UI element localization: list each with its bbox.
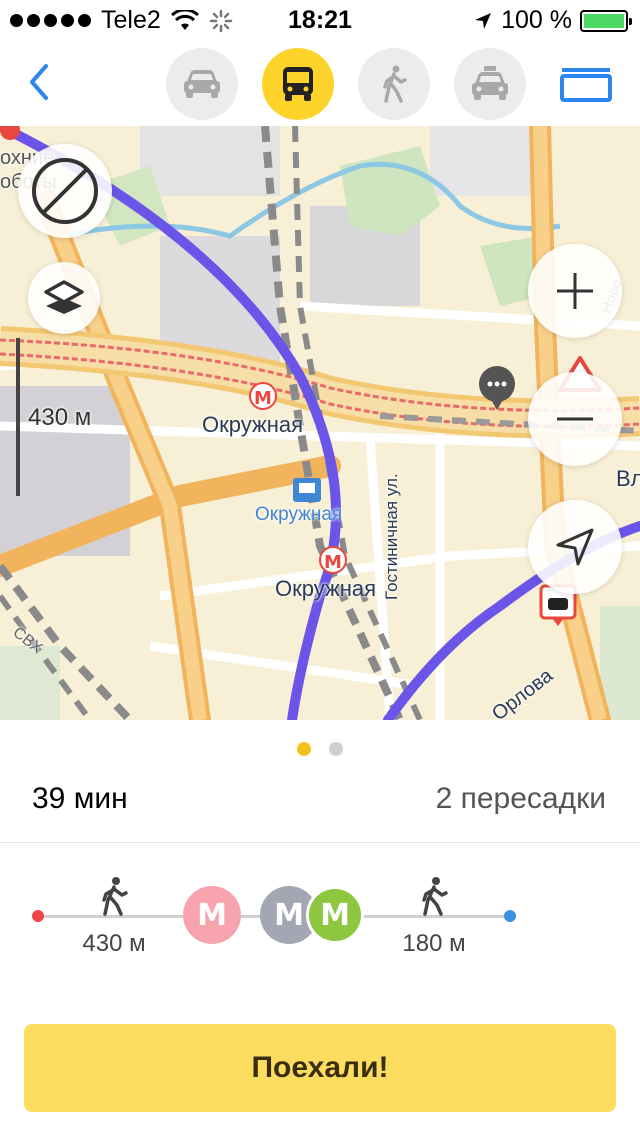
go-button[interactable]: Поехали! xyxy=(24,1024,616,1112)
back-button[interactable] xyxy=(22,60,58,104)
map-label-station-2[interactable]: Окружная xyxy=(275,576,376,602)
transport-mode-bar xyxy=(0,40,640,126)
route-summary: 39 мин 2 пересадки xyxy=(0,778,640,842)
bus-icon xyxy=(283,67,313,101)
layers-button[interactable] xyxy=(28,262,100,334)
mode-car-button[interactable] xyxy=(166,48,238,120)
pager-dot-active[interactable] xyxy=(297,742,311,756)
battery-percent: 100 % xyxy=(501,6,572,34)
pager-dot[interactable] xyxy=(329,742,343,756)
mode-walk-button[interactable] xyxy=(358,48,430,120)
walk-icon xyxy=(422,877,448,916)
divider xyxy=(0,842,640,843)
route-list-button[interactable] xyxy=(560,66,612,102)
map-view[interactable]: M M Окружная Окружная Окружная Гостиничн… xyxy=(0,126,640,720)
walk-icon xyxy=(102,877,128,916)
walk-distance-last: 180 м xyxy=(402,930,466,957)
navigation-arrow-icon xyxy=(556,528,594,566)
metro-line-badge: M xyxy=(183,886,241,944)
location-arrow-icon xyxy=(475,12,492,29)
map-scale-bar xyxy=(16,338,20,496)
route-end-point xyxy=(504,910,516,922)
mode-transit-button[interactable] xyxy=(262,48,334,120)
compass-icon xyxy=(32,158,98,224)
route-pager[interactable] xyxy=(0,742,640,756)
zoom-out-button[interactable] xyxy=(528,372,622,466)
battery-icon xyxy=(580,9,632,32)
svg-text:M: M xyxy=(324,552,342,573)
route-start-point xyxy=(32,910,44,922)
walk-distance-first: 430 м xyxy=(82,930,146,957)
zoom-in-button[interactable] xyxy=(528,244,622,338)
map-label-station[interactable]: Окружная xyxy=(202,412,303,438)
compass-button[interactable] xyxy=(18,144,112,238)
mode-taxi-button[interactable] xyxy=(454,48,526,120)
metro-line-badge: M xyxy=(306,886,364,944)
minus-icon xyxy=(557,417,593,421)
map-label-partial-right: Вл xyxy=(616,466,640,491)
svg-text:M: M xyxy=(254,388,272,409)
map-scale-label: 430 м xyxy=(28,404,92,431)
pedestrian-icon xyxy=(383,65,407,103)
map-label-rail-station[interactable]: Окружная xyxy=(255,504,342,526)
layers-icon xyxy=(44,280,84,314)
car-icon xyxy=(184,70,220,98)
route-duration: 39 мин xyxy=(32,782,128,815)
status-bar: Tele2 18:21 100 % xyxy=(0,0,640,40)
map-label-street: Гостиничная ул. xyxy=(382,473,401,600)
route-scheme[interactable]: 430 м M M M 180 м xyxy=(0,858,640,998)
taxi-icon xyxy=(472,66,508,100)
my-location-button[interactable] xyxy=(528,500,622,594)
route-transfers: 2 пересадки xyxy=(435,782,606,815)
plus-icon xyxy=(557,273,593,309)
